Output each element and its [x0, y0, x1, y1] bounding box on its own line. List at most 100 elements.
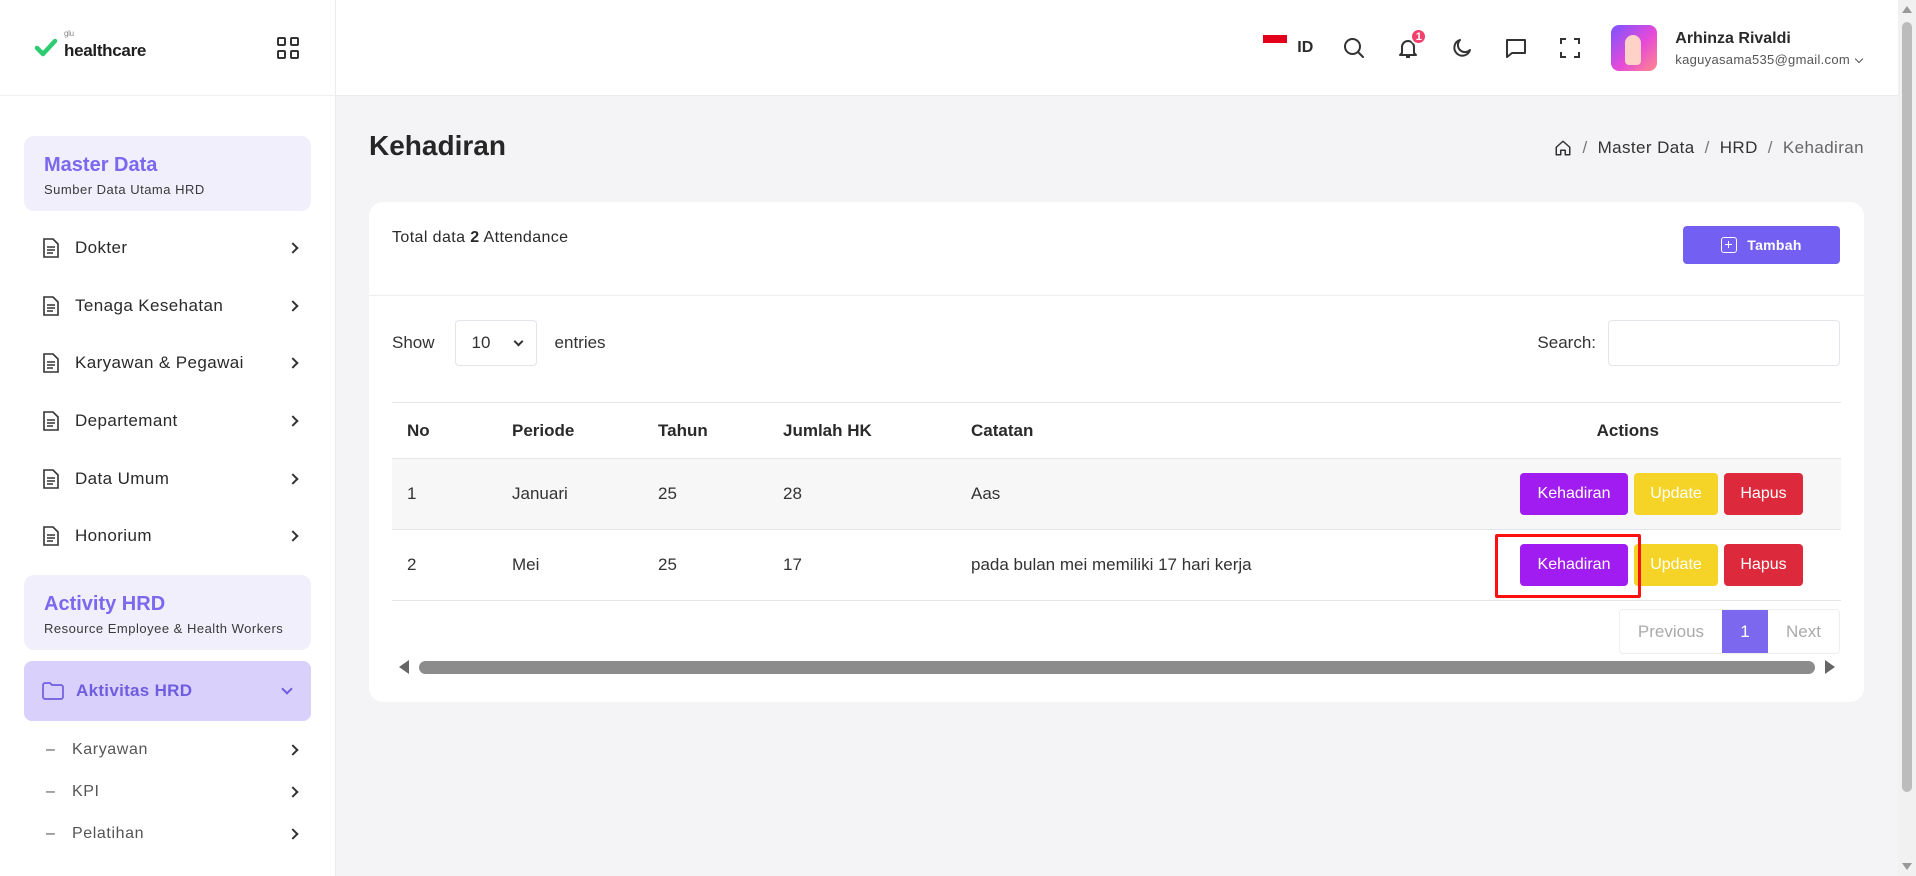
chevron-right-icon	[287, 357, 299, 369]
search-input[interactable]	[1608, 320, 1840, 366]
table-row: 1 Januari 25 28 Aas Kehadiran Update Hap…	[392, 459, 1841, 530]
chevron-down-icon	[1854, 54, 1864, 63]
chevron-right-icon	[287, 744, 299, 756]
logo-bar: glu healthcare	[0, 0, 335, 96]
breadcrumb-item[interactable]: HRD	[1720, 138, 1758, 158]
cell-catatan: Aas	[971, 484, 1001, 503]
document-icon	[43, 468, 59, 489]
section-subtitle: Resource Employee & Health Workers	[44, 621, 284, 637]
pagination-next[interactable]: Next	[1768, 610, 1839, 653]
pagination: Previous 1 Next	[1618, 609, 1840, 654]
logo-text: glu healthcare	[64, 29, 146, 61]
scrollbar-thumb[interactable]	[419, 660, 1815, 674]
document-icon	[43, 526, 59, 547]
section-title: Activity HRD	[44, 593, 166, 616]
chevron-right-icon	[287, 786, 299, 798]
language-label[interactable]: ID	[1297, 39, 1313, 57]
cell-actions: Kehadiran Update Hapus	[1451, 534, 1841, 598]
user-menu[interactable]: Arhinza Rivaldi kaguyasama535@gmail.com	[1675, 29, 1864, 67]
column-header-tahun[interactable]: Tahun	[658, 421, 783, 441]
column-header-periode[interactable]: Periode	[512, 421, 658, 441]
total-count: 2	[470, 229, 480, 246]
notification-bell-icon[interactable]: 1	[1395, 28, 1428, 61]
cell-no: 1	[407, 484, 417, 503]
cell-jumlah-hk: 17	[783, 555, 802, 574]
document-icon	[43, 353, 59, 374]
sidebar-subitem-kpi[interactable]: – KPI	[0, 771, 335, 813]
column-header-jumlah-hk[interactable]: Jumlah HK	[783, 421, 971, 441]
scroll-right-arrow-icon[interactable]	[1825, 660, 1835, 674]
update-button[interactable]: Update	[1634, 544, 1718, 586]
vertical-scrollbar-thumb[interactable]	[1902, 22, 1912, 792]
sidebar-subitem-label: KPI	[72, 783, 100, 801]
user-email: kaguyasama535@gmail.com	[1675, 51, 1850, 67]
top-header: ID 1 Arhinza Rivaldi kaguyasama535@gmail…	[336, 0, 1898, 96]
show-label: Show	[392, 333, 435, 352]
kehadiran-button-highlighted[interactable]: Kehadiran	[1495, 534, 1641, 598]
search-icon[interactable]	[1341, 35, 1367, 61]
cell-periode: Mei	[512, 555, 540, 574]
pagination-page-current[interactable]: 1	[1722, 610, 1769, 653]
hapus-button[interactable]: Hapus	[1724, 473, 1803, 515]
moon-icon[interactable]	[1449, 35, 1475, 61]
table-header-row: No Periode Tahun Jumlah HK Catatan Actio…	[392, 403, 1841, 459]
sidebar-item-tenaga-kesehatan[interactable]: Tenaga Kesehatan	[0, 277, 335, 335]
indonesia-flag-icon[interactable]	[1263, 35, 1288, 51]
breadcrumb-current: Kehadiran	[1782, 138, 1864, 157]
sidebar-subitem-pelatihan[interactable]: – Pelatihan	[0, 813, 335, 855]
breadcrumb-separator: /	[1582, 138, 1588, 157]
dash-icon: –	[46, 741, 56, 759]
sidebar-subitem-karyawan[interactable]: – Karyawan	[0, 729, 335, 771]
sidebar-item-label: Honorium	[75, 526, 152, 546]
sidebar-item-honorium[interactable]: Honorium	[0, 507, 335, 565]
sidebar-item-departemant[interactable]: Departemant	[0, 392, 335, 450]
sidebar-subitem-label: Pelatihan	[72, 825, 145, 843]
sidebar-item-label: Data Umum	[75, 468, 170, 488]
add-button[interactable]: Tambah	[1683, 226, 1840, 264]
update-button[interactable]: Update	[1634, 473, 1718, 515]
chat-icon[interactable]	[1503, 35, 1529, 61]
scroll-up-arrow-icon[interactable]	[1902, 6, 1912, 13]
pagination-previous[interactable]: Previous	[1620, 610, 1722, 653]
apps-grid-icon[interactable]	[277, 36, 299, 59]
sidebar-item-label: Dokter	[75, 237, 128, 257]
section-title: Master Data	[44, 154, 158, 176]
scroll-left-arrow-icon[interactable]	[399, 660, 409, 674]
sidebar-group-aktivitas-hrd[interactable]: Aktivitas HRD	[24, 661, 311, 722]
breadcrumb-item[interactable]: Master Data	[1598, 138, 1695, 158]
user-name: Arhinza Rivaldi	[1675, 29, 1791, 47]
sidebar-item-dokter[interactable]: Dokter	[0, 219, 335, 277]
cell-catatan: pada bulan mei memiliki 17 hari kerja	[971, 555, 1252, 574]
breadcrumb-separator: /	[1767, 138, 1773, 157]
sidebar-item-label: Karyawan & Pegawai	[75, 353, 244, 373]
dash-icon: –	[46, 825, 56, 843]
column-header-catatan[interactable]: Catatan	[971, 421, 1451, 441]
sidebar-item-label: Tenaga Kesehatan	[75, 295, 224, 315]
logo-small-text: glu	[64, 28, 74, 38]
horizontal-scrollbar[interactable]	[399, 660, 1835, 674]
attendance-card: Total data 2 Attendance Tambah Show 10 e…	[369, 202, 1864, 702]
chevron-right-icon	[287, 828, 299, 840]
avatar[interactable]	[1611, 25, 1658, 71]
sidebar-item-data-umum[interactable]: Data Umum	[0, 450, 335, 508]
vertical-scrollbar[interactable]	[1898, 0, 1916, 876]
breadcrumb: / Master Data / HRD / Kehadiran	[1554, 138, 1864, 158]
home-icon[interactable]	[1554, 139, 1572, 157]
document-icon	[43, 295, 59, 316]
table-controls: Show 10 entries Search:	[392, 320, 1840, 366]
app-logo[interactable]: glu healthcare	[34, 29, 146, 61]
entries-select[interactable]: 10	[454, 320, 537, 366]
hapus-button[interactable]: Hapus	[1724, 544, 1803, 586]
page-title: Kehadiran	[369, 130, 506, 161]
master-data-section: Master Data Sumber Data Utama HRD	[24, 136, 311, 211]
dash-icon: –	[46, 783, 56, 801]
column-header-no[interactable]: No	[392, 421, 512, 441]
scroll-down-arrow-icon[interactable]	[1902, 863, 1912, 870]
fullscreen-icon[interactable]	[1557, 35, 1583, 61]
sidebar-item-karyawan-pegawai[interactable]: Karyawan & Pegawai	[0, 334, 335, 392]
document-icon	[43, 238, 59, 258]
total-suffix: Attendance	[483, 229, 569, 246]
breadcrumb-separator: /	[1704, 138, 1710, 157]
plus-square-icon	[1721, 237, 1738, 253]
kehadiran-button[interactable]: Kehadiran	[1520, 473, 1628, 515]
